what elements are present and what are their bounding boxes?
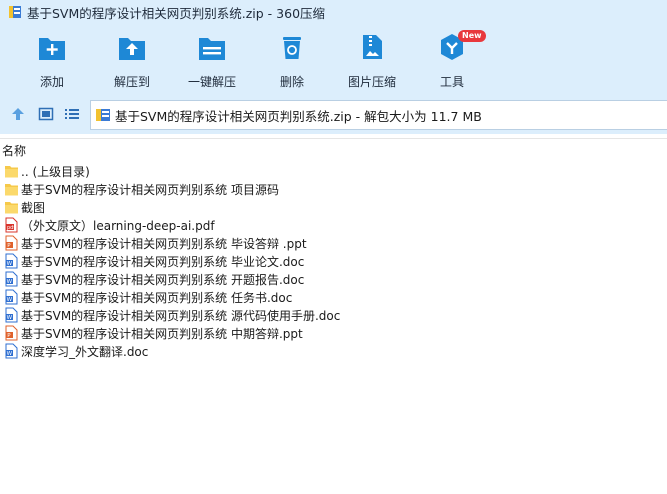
file-name: 深度学习_外文翻译.doc	[21, 344, 149, 359]
address-path: 基于SVM的程序设计相关网页判别系统.zip - 解包大小为 11.7 MB	[115, 108, 482, 124]
file-name: 基于SVM的程序设计相关网页判别系统 项目源码	[21, 182, 279, 197]
list-item[interactable]: P 基于SVM的程序设计相关网页判别系统 中期答辩.ppt	[0, 324, 667, 342]
column-header: 名称	[0, 138, 667, 158]
svg-text:W: W	[7, 351, 13, 357]
delete-icon	[283, 37, 301, 59]
list-item[interactable]: P 基于SVM的程序设计相关网页判别系统 毕设答辩 .ppt	[0, 234, 667, 252]
file-list: .. (上级目录) 基于SVM的程序设计相关网页判别系统 项目源码 截图 pdf （外文…	[0, 162, 667, 360]
list-item[interactable]: W 基于SVM的程序设计相关网页判别系统 源代码使用手册.doc	[0, 306, 667, 324]
doc-file-icon: W	[5, 307, 18, 323]
list-item[interactable]: W 深度学习_外文翻译.doc	[0, 342, 667, 360]
add-label: 添加	[39, 75, 64, 89]
folder-icon	[5, 166, 18, 178]
file-name: 截图	[21, 200, 46, 215]
window-title: 基于SVM的程序设计相关网页判别系统.zip - 360压缩	[27, 5, 326, 21]
svg-text:W: W	[7, 315, 13, 321]
file-name: 基于SVM的程序设计相关网页判别系统 毕设答辩 .ppt	[21, 236, 307, 251]
list-item[interactable]: pdf （外文原文）learning-deep-ai.pdf	[0, 216, 667, 234]
list-item[interactable]: 基于SVM的程序设计相关网页判别系统 项目源码	[0, 180, 667, 198]
zip-archive-icon	[9, 6, 21, 18]
file-name: （外文原文）learning-deep-ai.pdf	[21, 218, 215, 233]
delete-button[interactable]: 删除	[252, 32, 332, 92]
image-compress-label: 图片压缩	[347, 75, 396, 89]
title-bar: 基于SVM的程序设计相关网页判别系统.zip - 360压缩	[0, 0, 667, 24]
name-column-header[interactable]: 名称	[2, 142, 26, 159]
one-click-extract-icon	[199, 38, 225, 60]
file-name: 基于SVM的程序设计相关网页判别系统 开题报告.doc	[21, 272, 305, 287]
view-thumbnail-icon[interactable]	[38, 106, 54, 122]
svg-text:W: W	[7, 261, 13, 267]
ppt-file-icon: P	[5, 235, 18, 251]
one-click-extract-button[interactable]: 一键解压	[172, 32, 252, 92]
toolbar: 添加 解压到 一键解压 删除 图片压缩 New 工具	[0, 24, 667, 94]
add-button[interactable]: 添加	[12, 32, 92, 92]
tools-button[interactable]: New 工具	[412, 30, 492, 92]
doc-file-icon: W	[5, 253, 18, 269]
file-name: 基于SVM的程序设计相关网页判别系统 源代码使用手册.doc	[21, 308, 341, 323]
pdf-file-icon: pdf	[5, 217, 18, 233]
list-item[interactable]: W 基于SVM的程序设计相关网页判别系统 任务书.doc	[0, 288, 667, 306]
ppt-file-icon: P	[5, 325, 18, 341]
folder-icon	[5, 184, 18, 196]
list-item[interactable]: W 基于SVM的程序设计相关网页判别系统 毕业论文.doc	[0, 252, 667, 270]
image-compress-icon	[363, 35, 382, 59]
file-name: 基于SVM的程序设计相关网页判别系统 中期答辩.ppt	[21, 326, 303, 341]
doc-file-icon: W	[5, 289, 18, 305]
address-field[interactable]: 基于SVM的程序设计相关网页判别系统.zip - 解包大小为 11.7 MB	[90, 100, 667, 130]
one-click-extract-label: 一键解压	[187, 75, 236, 89]
zip-archive-icon	[96, 109, 110, 121]
extract-to-icon	[119, 38, 145, 60]
doc-file-icon: W	[5, 343, 18, 359]
file-name: 基于SVM的程序设计相关网页判别系统 任务书.doc	[21, 290, 293, 305]
image-compress-button[interactable]: 图片压缩	[332, 32, 412, 92]
list-item[interactable]: W 基于SVM的程序设计相关网页判别系统 开题报告.doc	[0, 270, 667, 288]
list-item[interactable]: 截图	[0, 198, 667, 216]
delete-label: 删除	[279, 75, 304, 89]
add-icon	[39, 38, 65, 60]
svg-text:W: W	[7, 297, 13, 303]
list-item[interactable]: .. (上级目录)	[0, 162, 667, 180]
svg-text:W: W	[7, 279, 13, 285]
view-list-icon[interactable]	[64, 106, 80, 122]
file-name: 基于SVM的程序设计相关网页判别系统 毕业论文.doc	[21, 254, 305, 269]
new-badge: New	[458, 30, 486, 42]
header-divider	[0, 138, 667, 139]
tools-label: 工具	[439, 75, 464, 89]
folder-icon	[5, 202, 18, 214]
extract-to-label: 解压到	[113, 75, 150, 89]
extract-to-button[interactable]: 解压到	[92, 32, 172, 92]
svg-text:pdf: pdf	[7, 225, 15, 231]
up-arrow-icon[interactable]	[10, 106, 26, 122]
doc-file-icon: W	[5, 271, 18, 287]
file-name: .. (上级目录)	[21, 164, 90, 179]
